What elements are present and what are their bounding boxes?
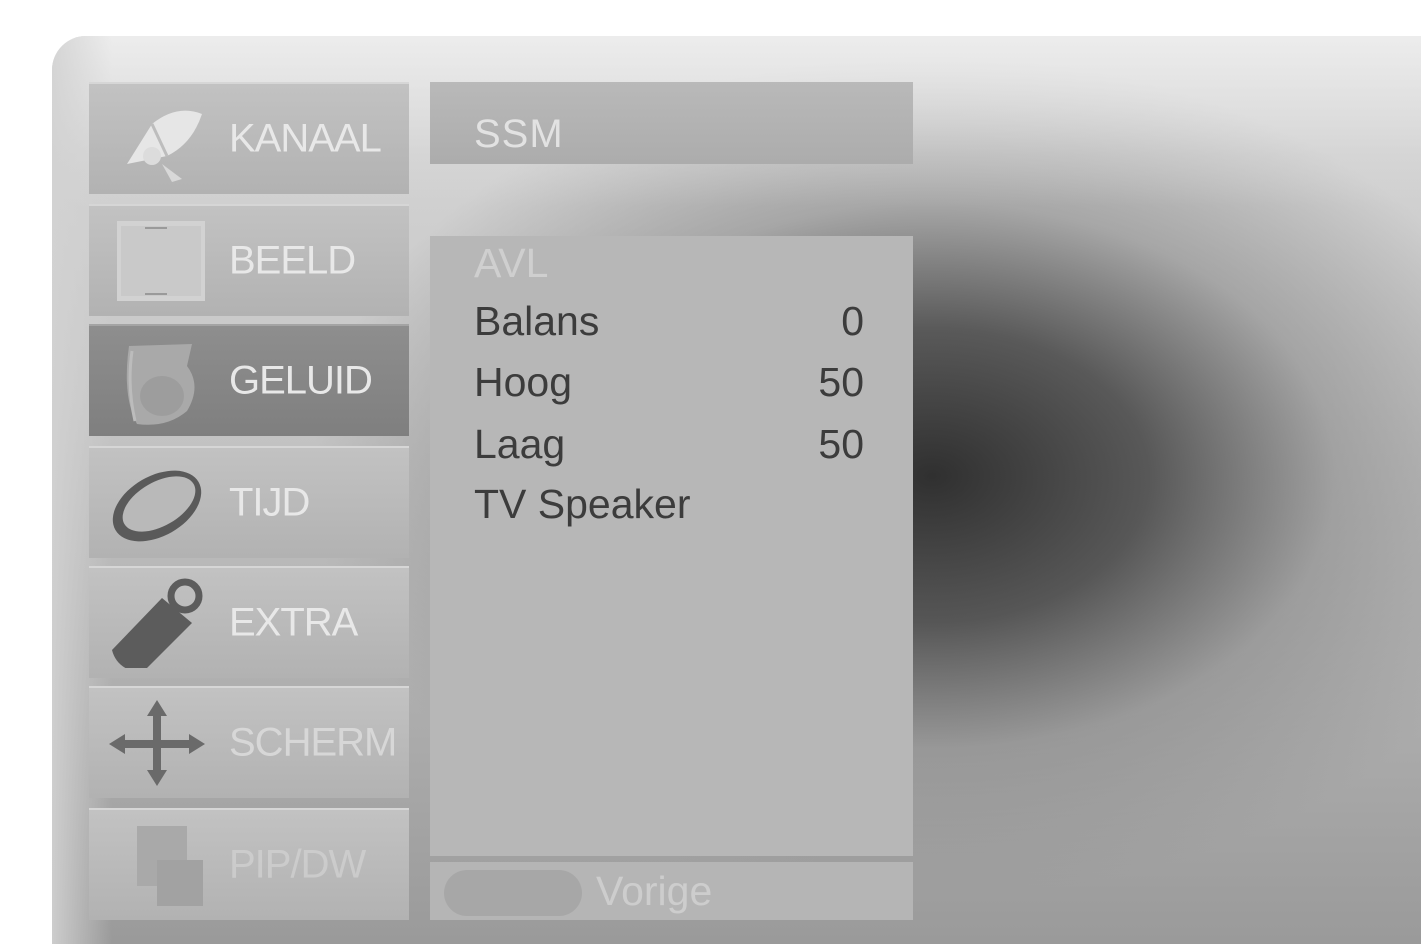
menu-item-label: GELUID	[229, 358, 373, 403]
menu-item-label: BEELD	[229, 238, 356, 283]
menu-item-label: EXTRA	[229, 600, 358, 645]
setting-name: TV Speaker	[474, 481, 691, 527]
setting-name: AVL	[474, 240, 549, 286]
move-arrows-icon	[109, 700, 205, 786]
menu-item-kanaal[interactable]: KANAAL	[89, 82, 409, 194]
setting-row-hoog[interactable]: Hoog 50	[474, 359, 864, 415]
menu-item-pip-dw[interactable]: PIP/DW	[89, 808, 409, 920]
tv-screen-icon	[117, 221, 205, 301]
submenu-title: SSM	[474, 112, 564, 156]
tag-icon	[112, 578, 203, 668]
setting-row-laag[interactable]: Laag 50	[474, 421, 864, 477]
speaker-icon	[126, 344, 195, 425]
setting-name: Hoog	[474, 359, 573, 405]
setting-value: 0	[841, 298, 864, 344]
submenu-panel: AVL Balans 0 Hoog 50 Laag 50 TV Speaker	[430, 236, 913, 856]
setting-name: Laag	[474, 421, 566, 467]
setting-value: 50	[818, 359, 864, 405]
menu-item-scherm[interactable]: SCHERM	[89, 686, 409, 798]
menu-item-tijd[interactable]: TIJD	[89, 446, 409, 558]
menu-item-label: SCHERM	[229, 720, 397, 765]
setting-row-tv-speaker[interactable]: TV Speaker	[474, 481, 864, 537]
submenu-footer: Vorige	[430, 862, 913, 920]
clock-ring-icon	[112, 470, 202, 542]
menu-item-label: KANAAL	[229, 116, 382, 161]
menu-item-label: PIP/DW	[229, 842, 366, 887]
setting-row-avl: AVL	[474, 240, 864, 296]
menu-key-button[interactable]	[444, 870, 582, 916]
menu-item-beeld[interactable]: BEELD	[89, 204, 409, 316]
pip-window-icon	[137, 826, 203, 906]
menu-item-extra[interactable]: EXTRA	[89, 566, 409, 678]
setting-value: 50	[818, 421, 864, 467]
menu-item-label: TIJD	[229, 480, 310, 525]
setting-name: Balans	[474, 298, 600, 344]
back-label: Vorige	[596, 868, 713, 914]
setting-row-balans[interactable]: Balans 0	[474, 298, 864, 354]
satellite-dish-icon	[127, 110, 202, 182]
submenu-title-bar[interactable]: SSM	[430, 82, 913, 164]
menu-item-geluid[interactable]: GELUID	[89, 324, 409, 436]
